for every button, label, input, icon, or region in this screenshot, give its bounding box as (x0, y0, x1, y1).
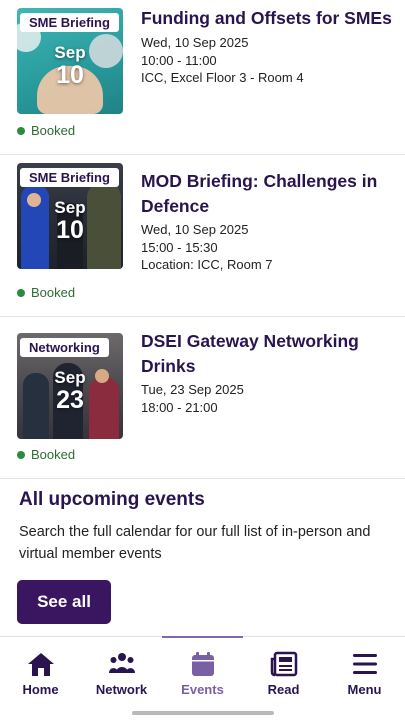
booking-status: Booked (17, 285, 75, 300)
event-day: 23 (56, 386, 84, 414)
section-title: All upcoming events (19, 489, 205, 510)
tab-events[interactable]: Events (162, 651, 243, 697)
bottom-tab-bar: Home Network Events Read Menu (0, 636, 405, 720)
event-category-badge: SME Briefing (20, 13, 119, 32)
event-thumbnail[interactable]: Networking Sep 23 (17, 333, 123, 439)
home-icon (27, 653, 54, 676)
status-dot-icon (17, 126, 25, 135)
upcoming-events-section: All upcoming events Search the full cale… (0, 481, 405, 624)
booking-status: Booked (17, 447, 75, 462)
active-tab-indicator (162, 636, 243, 638)
booking-status-label: Booked (31, 123, 76, 138)
event-time: 18:00 - 21:00 (141, 399, 218, 415)
tab-label: Events (181, 682, 224, 697)
calendar-icon (191, 652, 214, 676)
status-dot-icon (17, 288, 25, 297)
booking-status: Booked (17, 123, 75, 138)
event-day: 10 (56, 61, 84, 89)
status-dot-icon (17, 450, 25, 459)
tab-label: Network (95, 682, 148, 697)
event-card[interactable]: Networking Sep 23 DSEI Gateway Networkin… (0, 317, 405, 479)
event-date: Tue, 23 Sep 2025 (141, 382, 244, 397)
event-month: Sep (54, 198, 86, 217)
event-info: DSEI Gateway Networking Drinks Tue, 23 S… (141, 329, 395, 416)
event-date: Wed, 10 Sep 2025 (141, 35, 249, 50)
event-title[interactable]: Funding and Offsets for SMEs (141, 6, 395, 31)
tab-network[interactable]: Network (81, 651, 162, 697)
tab-label: Home (22, 682, 59, 697)
newspaper-icon (270, 651, 297, 677)
event-day: 10 (56, 216, 84, 244)
events-feed: SME Briefing Sep 10 Funding and Offsets … (0, 0, 405, 636)
event-location: ICC, Excel Floor 3 - Room 4 (141, 70, 304, 85)
event-title[interactable]: DSEI Gateway Networking Drinks (141, 329, 395, 379)
tab-label: Read (267, 682, 300, 697)
tab-read[interactable]: Read (243, 651, 324, 697)
event-date: Wed, 10 Sep 2025 (141, 222, 249, 237)
event-thumbnail[interactable]: SME Briefing Sep 10 (17, 163, 123, 269)
event-info: Funding and Offsets for SMEs Wed, 10 Sep… (141, 6, 395, 87)
event-category-badge: Networking (20, 338, 109, 357)
event-month: Sep (54, 368, 86, 387)
tab-menu[interactable]: Menu (324, 651, 405, 697)
event-month: Sep (54, 43, 86, 62)
event-time: 10:00 - 11:00 (141, 52, 217, 68)
home-indicator[interactable] (132, 711, 274, 715)
event-category-badge: SME Briefing (20, 168, 119, 187)
event-title[interactable]: MOD Briefing: Challenges in Defence (141, 169, 395, 219)
event-thumbnail[interactable]: SME Briefing Sep 10 (17, 8, 123, 114)
event-time: 15:00 - 15:30 (141, 239, 218, 255)
see-all-button[interactable]: See all (17, 580, 111, 624)
tab-label: Menu (347, 682, 382, 697)
menu-icon (352, 654, 377, 674)
event-info: MOD Briefing: Challenges in Defence Wed,… (141, 169, 395, 274)
event-card[interactable]: SME Briefing Sep 10 MOD Briefing: Challe… (0, 155, 405, 317)
event-location: Location: ICC, Room 7 (141, 257, 273, 272)
people-icon (108, 653, 135, 673)
booking-status-label: Booked (31, 285, 76, 300)
section-description: Search the full calendar for our full li… (19, 524, 371, 562)
event-card[interactable]: SME Briefing Sep 10 Funding and Offsets … (0, 0, 405, 155)
tab-home[interactable]: Home (0, 651, 81, 697)
booking-status-label: Booked (31, 447, 76, 462)
